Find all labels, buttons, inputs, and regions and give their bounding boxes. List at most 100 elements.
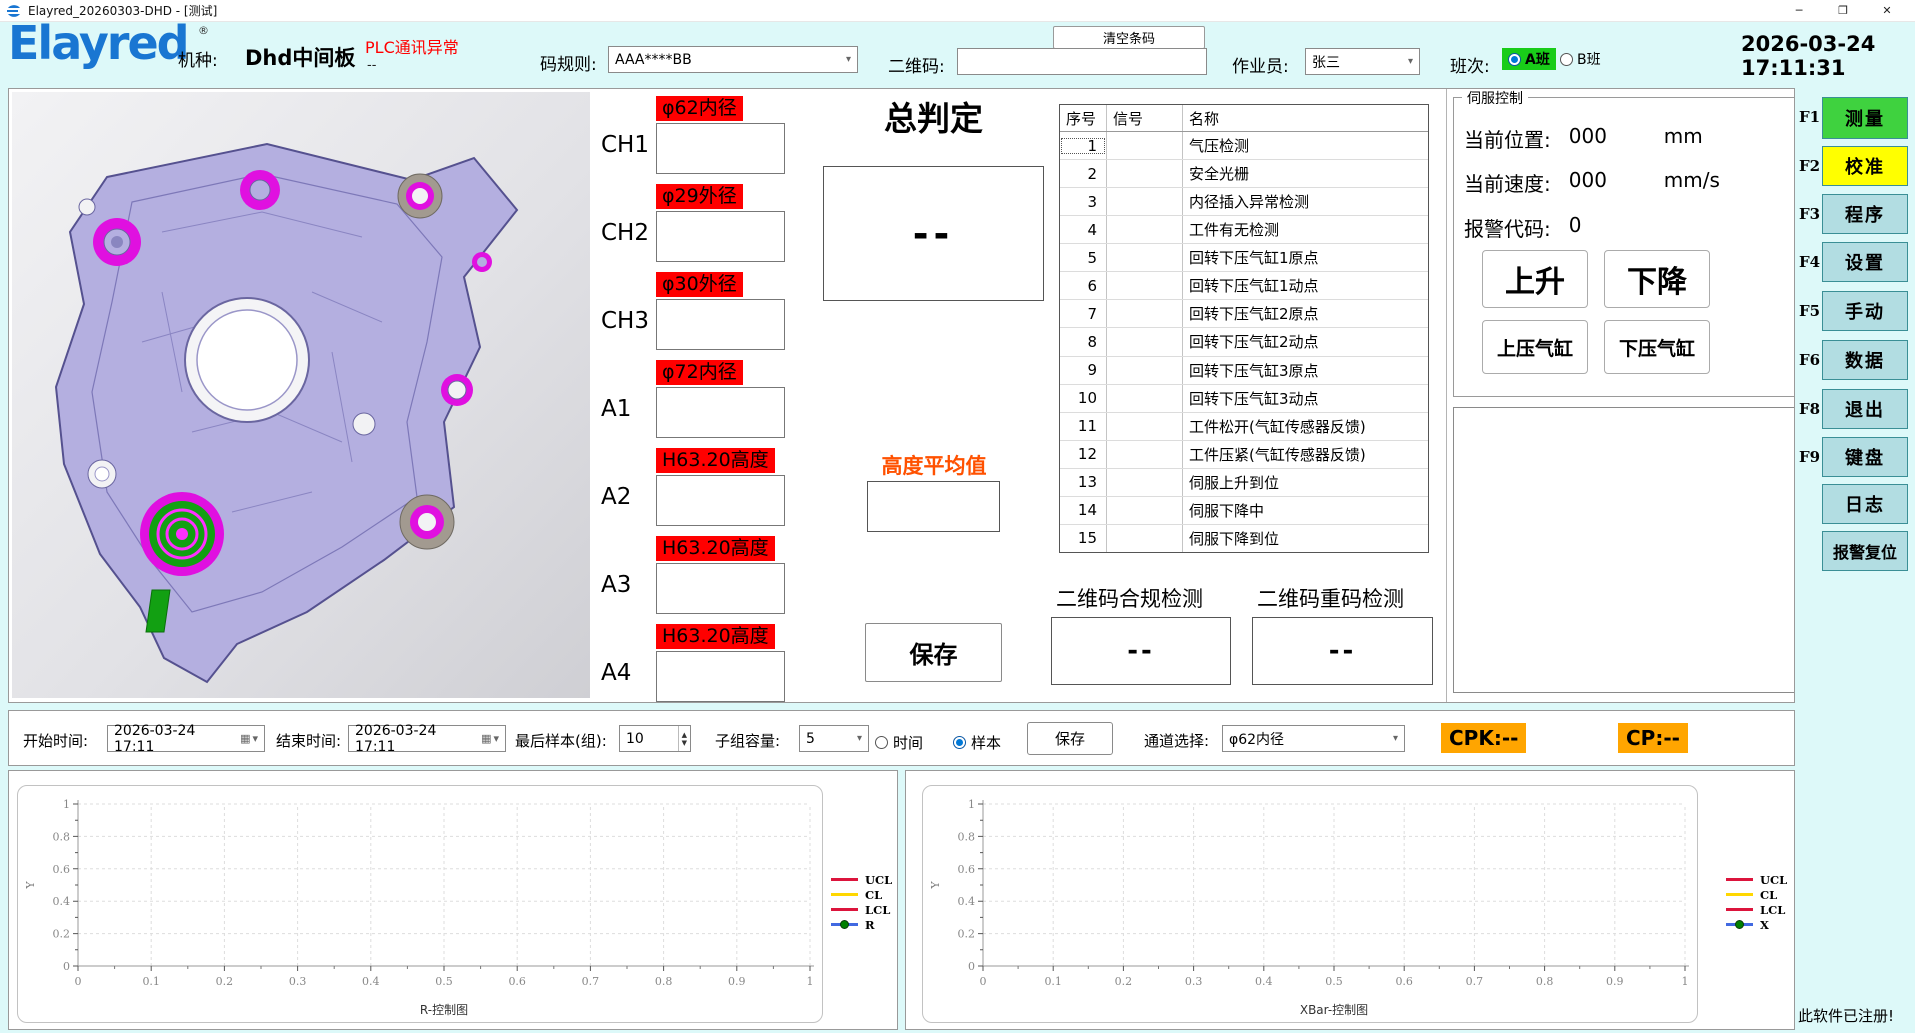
row-name: 气压检测	[1182, 132, 1428, 159]
keyboard-button[interactable]: 键盘	[1822, 437, 1908, 477]
calibrate-button[interactable]: 校准	[1822, 146, 1908, 186]
maximize-icon[interactable]: ❐	[1821, 0, 1865, 22]
svg-text:0.4: 0.4	[53, 895, 71, 908]
data-button[interactable]: 数据	[1822, 340, 1908, 380]
legend-item: UCL	[1726, 873, 1787, 886]
channel-select[interactable]: φ62内径 ▾	[1222, 725, 1405, 752]
program-button[interactable]: 程序	[1822, 194, 1908, 234]
table-row[interactable]: 5回转下压气缸1原点	[1060, 244, 1428, 272]
calendar-icon: ▦	[240, 732, 250, 745]
row-no: 14	[1060, 501, 1106, 519]
channel-id: A3	[601, 572, 631, 598]
measurement-row: CH3 φ30外径	[601, 272, 801, 356]
alarm-reset-button[interactable]: 报警复位	[1822, 531, 1908, 571]
col-header-name: 名称	[1182, 105, 1428, 131]
row-no: 4	[1060, 221, 1106, 239]
start-time-picker[interactable]: 2026-03-24 17:11 ▦▾	[107, 725, 265, 752]
table-row[interactable]: 1气压检测	[1060, 132, 1428, 160]
legend-label: UCL	[865, 873, 892, 887]
measurement-spec-label: H63.20高度	[656, 536, 775, 561]
radio-shift-b[interactable]	[1560, 53, 1573, 66]
table-row[interactable]: 9回转下压气缸3原点	[1060, 357, 1428, 385]
mode-sample-option[interactable]: 样本	[953, 732, 1001, 753]
legend-line-swatch	[831, 923, 858, 926]
qr-code-input[interactable]	[957, 48, 1207, 75]
row-name: 工件松开(气缸传感器反馈)	[1182, 413, 1428, 440]
legend-line-swatch	[831, 908, 858, 911]
svg-text:0: 0	[980, 975, 987, 988]
clear-barcode-button[interactable]: 清空条码	[1053, 26, 1205, 49]
table-row[interactable]: 6回转下压气缸1动点	[1060, 272, 1428, 300]
measure-button[interactable]: 测量	[1822, 97, 1908, 139]
svg-text:0.3: 0.3	[289, 975, 307, 988]
row-signal	[1106, 272, 1182, 299]
last-sample-stepper[interactable]: 10 ▲▼	[619, 725, 691, 752]
spinner-down-icon[interactable]: ▼	[679, 739, 690, 747]
row-no: 10	[1060, 389, 1106, 407]
mode-time-option[interactable]: 时间	[875, 732, 923, 753]
channel-id: CH3	[601, 308, 649, 334]
title-bar: Elayred_20260303-DHD - [测试] ─ ❐ ✕	[0, 0, 1915, 22]
exit-button[interactable]: 退出	[1822, 389, 1908, 429]
legend-line-swatch	[1726, 878, 1753, 881]
registration-status-text: 此软件已注册!	[1798, 1005, 1894, 1026]
operator-select[interactable]: 张三 ▾	[1305, 48, 1420, 75]
radio-time[interactable]	[875, 736, 888, 749]
table-row[interactable]: 11 工件松开(气缸传感器反馈)	[1060, 413, 1428, 441]
end-time-picker[interactable]: 2026-03-24 17:11 ▦▾	[348, 725, 506, 752]
shift-b-option[interactable]: B班	[1560, 48, 1601, 70]
servo-up-button[interactable]: 上升	[1482, 250, 1588, 308]
fkey-label: F9	[1799, 448, 1823, 466]
radio-sample[interactable]	[953, 736, 966, 749]
table-row[interactable]: 14伺服下降中	[1060, 497, 1428, 525]
signal-table[interactable]: 序号 信号 名称 1气压检测 2安全光栅 3内径插入异常检测 4工件有无检测 5…	[1059, 104, 1429, 553]
row-no: 11	[1060, 417, 1106, 435]
r-chart-section: 00.20.40.60.8100.10.20.30.40.50.60.70.80…	[8, 770, 898, 1030]
subgroup-size-select[interactable]: 5 ▾	[799, 725, 869, 752]
close-icon[interactable]: ✕	[1865, 0, 1909, 22]
table-row[interactable]: 15伺服下降到位	[1060, 525, 1428, 552]
spc-save-button[interactable]: 保存	[1027, 722, 1113, 755]
row-signal	[1106, 525, 1182, 552]
table-row[interactable]: 4工件有无检测	[1060, 216, 1428, 244]
lower-cylinder-button[interactable]: 下压气缸	[1604, 320, 1710, 374]
code-rule-select[interactable]: AAA****BB ▾	[608, 46, 858, 73]
measurement-spec-label: φ72内径	[656, 360, 743, 385]
chevron-down-icon: ▾	[857, 733, 862, 744]
svg-text:0.8: 0.8	[1536, 975, 1554, 988]
servo-speed-row: 当前速度: 000 mm/s	[1464, 168, 1720, 197]
spinner-up-icon[interactable]: ▲	[679, 731, 690, 739]
table-row[interactable]: 8回转下压气缸2动点	[1060, 328, 1428, 356]
settings-button[interactable]: 设置	[1822, 242, 1908, 282]
row-signal	[1106, 160, 1182, 187]
plc-status-text: PLC通讯异常	[365, 34, 459, 58]
row-signal	[1106, 385, 1182, 412]
svg-text:1: 1	[807, 975, 814, 988]
minimize-icon[interactable]: ─	[1777, 0, 1821, 22]
manual-button[interactable]: 手动	[1822, 291, 1908, 331]
current-datetime: 2026-03-24 17:11:31	[1741, 32, 1915, 80]
table-row[interactable]: 13伺服上升到位	[1060, 469, 1428, 497]
legend-label: UCL	[1760, 873, 1787, 887]
table-row[interactable]: 7回转下压气缸2原点	[1060, 300, 1428, 328]
end-time-label: 结束时间:	[276, 730, 341, 751]
log-button[interactable]: 日志	[1822, 484, 1908, 524]
table-row[interactable]: 12工件压紧(气缸传感器反馈)	[1060, 441, 1428, 469]
app-window: Elayred_20260303-DHD - [测试] ─ ❐ ✕ Elayre…	[0, 0, 1915, 1033]
upper-cylinder-button[interactable]: 上压气缸	[1482, 320, 1588, 374]
xbar-chart-legend: UCLCLLCLX	[1726, 873, 1787, 931]
svg-text:0.2: 0.2	[53, 928, 71, 941]
row-no: 2	[1060, 165, 1106, 183]
shift-a-option[interactable]: A班	[1502, 48, 1556, 70]
table-row[interactable]: 2安全光栅	[1060, 160, 1428, 188]
table-row[interactable]: 10回转下压气缸3动点	[1060, 385, 1428, 413]
servo-down-button[interactable]: 下降	[1604, 250, 1710, 308]
row-no: 5	[1060, 249, 1106, 267]
channel-id: A4	[601, 660, 631, 686]
legend-item: X	[1726, 918, 1787, 931]
radio-shift-a[interactable]	[1508, 53, 1521, 66]
table-row[interactable]: 3内径插入异常检测	[1060, 188, 1428, 216]
measurement-row: A1 φ72内径	[601, 360, 801, 444]
row-signal	[1106, 413, 1182, 440]
save-button[interactable]: 保存	[865, 623, 1002, 682]
